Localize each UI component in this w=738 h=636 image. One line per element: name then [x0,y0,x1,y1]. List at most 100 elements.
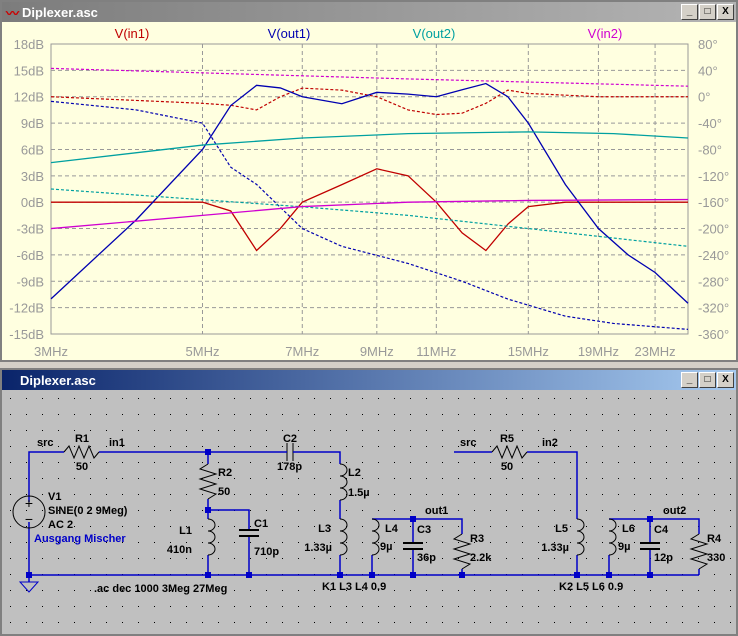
grid-dot [698,558,699,559]
grid-dot [378,606,379,607]
grid-dot [90,462,91,463]
x-tick-label: 7MHz [285,344,319,359]
grid-dot [730,526,731,527]
y-tick-label: 9dB [21,116,44,131]
grid-dot [554,430,555,431]
grid-dot [410,478,411,479]
grid-dot [266,542,267,543]
grid-dot [282,510,283,511]
x-tick-label: 3MHz [34,344,68,359]
grid-dot [250,526,251,527]
schematic-canvas[interactable]: +− src R1 50 in1 R2 50 C2 178p L2 1.5µ V1 SINE(0 2 9… [2,390,736,634]
grid-dot [634,558,635,559]
grid-dot [490,622,491,623]
grid-dot [458,462,459,463]
minimize-button[interactable]: _ [681,4,698,20]
grid-dot [698,462,699,463]
grid-dot [218,542,219,543]
y2-tick-label: -40° [698,116,722,131]
grid-dot [538,526,539,527]
grid-dot [362,526,363,527]
grid-dot [170,398,171,399]
grid-dot [506,510,507,511]
grid-dot [682,590,683,591]
grid-dot [266,414,267,415]
grid-dot [714,414,715,415]
grid-dot [586,398,587,399]
grid-dot [122,622,123,623]
label-l6: L6 [622,523,635,535]
y-tick-label: 15dB [14,63,44,78]
label-r1: R1 [75,433,89,445]
grid-dot [378,414,379,415]
grid-dot [634,478,635,479]
label-l4v: 9µ [380,541,392,553]
grid-dot [522,558,523,559]
y2-tick-label: 80° [698,37,718,52]
grid-dot [538,446,539,447]
grid-dot [442,462,443,463]
maximize-button[interactable]: □ [699,372,716,388]
grid-dot [266,398,267,399]
grid-dot [554,398,555,399]
plot-title-bar[interactable]: 〰 Diplexer.asc _ □ X [2,2,736,22]
label-src2: src [460,437,477,449]
grid-dot [618,446,619,447]
magnitude-trace [50,198,689,230]
grid-dot [10,398,11,399]
grid-dot [698,414,699,415]
grid-dot [730,590,731,591]
grid-dot [138,542,139,543]
grid-dot [394,510,395,511]
grid-dot [618,478,619,479]
grid-dot [282,446,283,447]
minimize-button[interactable]: _ [681,372,698,388]
maximize-button[interactable]: □ [699,4,716,20]
grid-dot [602,414,603,415]
grid-dot [634,462,635,463]
grid-dot [250,494,251,495]
grid-dot [410,398,411,399]
label-l2v: 1.5µ [348,487,370,499]
grid-dot [42,478,43,479]
grid-dot [266,446,267,447]
grid-dot [314,446,315,447]
grid-dot [538,606,539,607]
grid-dot [714,622,715,623]
grid-dot [90,398,91,399]
plot-window-title: Diplexer.asc [22,4,98,20]
grid-dot [682,398,683,399]
grid-dot [714,398,715,399]
grid-dot [138,430,139,431]
phase-trace [50,67,689,87]
legend-vout1: V(out1) [268,26,311,41]
schematic-title-bar[interactable]: Diplexer.asc _ □ X [2,370,736,390]
close-button[interactable]: X [717,4,734,20]
grid-dot [42,494,43,495]
grid-dot [442,590,443,591]
waveform-plot[interactable]: 18dB 80° 15dB 40° 12dB 0° 9dB -40° 6dB -80° 3dB -12… [2,22,736,360]
grid-dot [378,478,379,479]
grid-dot [586,558,587,559]
grid-dot [250,430,251,431]
grid-dot [186,558,187,559]
label-l3: L3 [318,523,331,535]
grid-dot [634,606,635,607]
grid-dot [42,526,43,527]
grid-dot [426,430,427,431]
grid-dot [202,526,203,527]
grid-dot [570,494,571,495]
grid-dot [74,430,75,431]
wire [207,499,250,529]
close-button[interactable]: X [717,372,734,388]
grid-dot [330,606,331,607]
grid-dot [26,462,27,463]
grid-dot [234,558,235,559]
grid-dot [122,462,123,463]
grid-dot [570,414,571,415]
grid-dot [586,462,587,463]
grid-dot [106,622,107,623]
grid-dot [106,462,107,463]
grid-dot [410,446,411,447]
grid-dot [474,478,475,479]
